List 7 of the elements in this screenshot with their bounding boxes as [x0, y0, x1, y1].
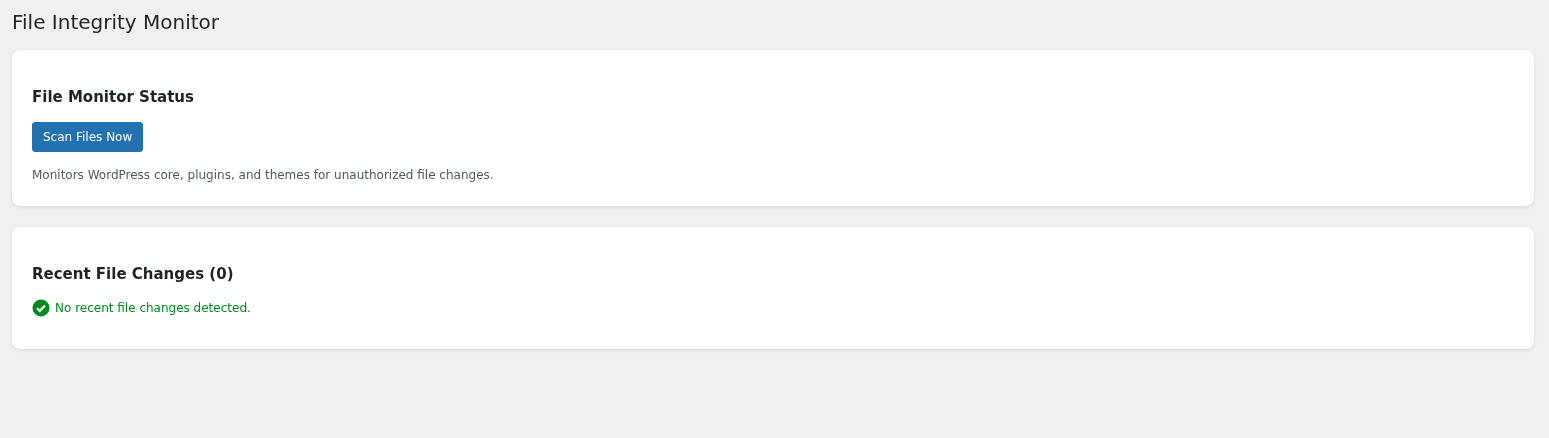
section-heading: Recent File Changes (0) — [32, 264, 235, 285]
section-heading: File Monitor Status — [32, 87, 195, 108]
status-message: No recent file changes detected. — [55, 301, 251, 315]
scan-files-button[interactable]: Scan Files Now — [32, 122, 144, 152]
check-circle-icon — [32, 299, 50, 317]
page-title: File Integrity Monitor — [12, 9, 221, 36]
description-text: Monitors WordPress core, plugins, and themes for unauthorized file changes. — [32, 168, 495, 182]
